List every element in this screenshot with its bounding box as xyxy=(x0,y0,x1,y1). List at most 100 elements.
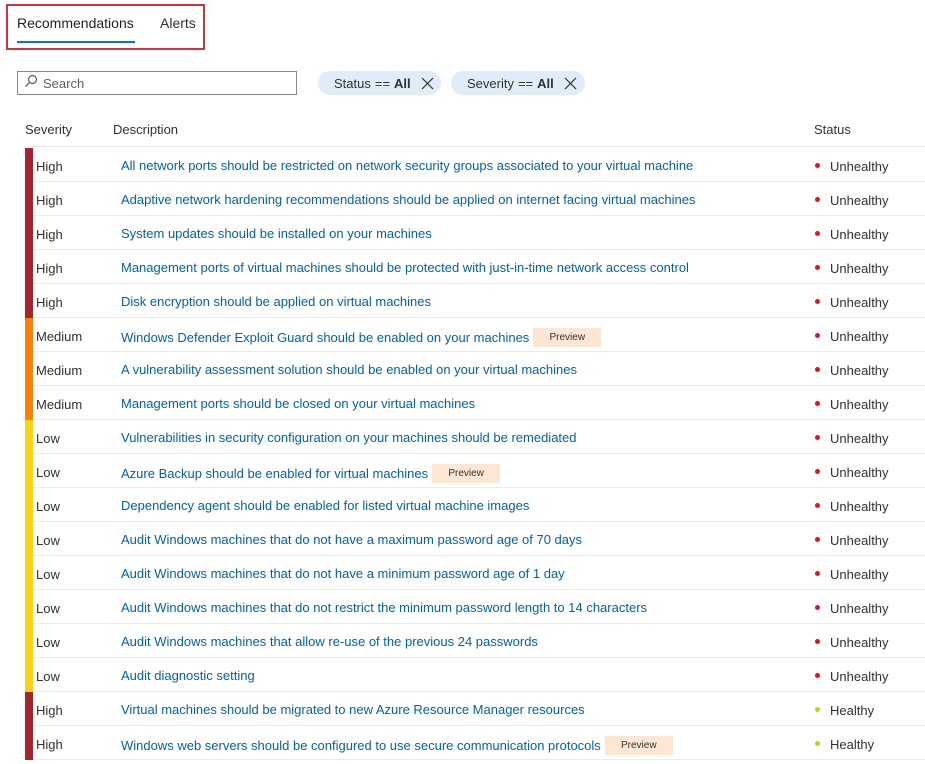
table-row[interactable]: Low Audit diagnostic setting Unhealthy xyxy=(0,658,925,692)
preview-badge: Preview xyxy=(432,464,501,483)
status-dot-icon xyxy=(815,265,820,270)
status-label: Unhealthy xyxy=(830,499,889,514)
table-row[interactable]: Low Audit Windows machines that do not re… xyxy=(0,590,925,624)
recommendation-text[interactable]: Management ports should be closed on you… xyxy=(121,396,475,411)
table-row[interactable]: High Virtual machines should be migrated … xyxy=(0,692,925,726)
table-row[interactable]: High System updates should be installed o… xyxy=(0,216,925,250)
status-label: Unhealthy xyxy=(830,567,889,582)
recommendation-text[interactable]: A vulnerability assessment solution shou… xyxy=(121,362,577,377)
status-filter-value: All xyxy=(394,75,411,91)
column-header-severity[interactable]: Severity xyxy=(25,122,72,137)
close-icon[interactable] xyxy=(564,77,577,90)
recommendation-text[interactable]: Management ports of virtual machines sho… xyxy=(121,260,689,275)
status-label: Unhealthy xyxy=(830,533,889,548)
recommendation-link[interactable]: Vulnerabilities in security configuratio… xyxy=(121,430,577,445)
severity-indicator-bar xyxy=(25,318,33,352)
status-dot-icon xyxy=(815,707,820,712)
table-row[interactable]: Low Dependency agent should be enabled fo… xyxy=(0,488,925,522)
severity-label: Low xyxy=(36,567,60,582)
table-row[interactable]: Low Audit Windows machines that allow re-… xyxy=(0,624,925,658)
recommendation-text[interactable]: Virtual machines should be migrated to n… xyxy=(121,702,585,717)
recommendation-link[interactable]: Audit diagnostic setting xyxy=(121,668,255,683)
status-label: Unhealthy xyxy=(830,295,889,310)
severity-label: High xyxy=(36,193,63,208)
recommendation-link[interactable]: A vulnerability assessment solution shou… xyxy=(121,362,577,377)
recommendation-link[interactable]: Disk encryption should be applied on vir… xyxy=(121,294,431,309)
severity-indicator-bar xyxy=(25,284,33,318)
severity-filter-pill[interactable]: Severity == All xyxy=(451,71,585,95)
recommendation-link[interactable]: System updates should be installed on yo… xyxy=(121,226,432,241)
recommendation-text[interactable]: Dependency agent should be enabled for l… xyxy=(121,498,529,513)
preview-badge: Preview xyxy=(533,328,602,347)
table-row[interactable]: High Management ports of virtual machines… xyxy=(0,250,925,284)
search-input[interactable] xyxy=(43,75,273,91)
recommendation-text[interactable]: Disk encryption should be applied on vir… xyxy=(121,294,431,309)
table-row[interactable]: Low Vulnerabilities in security configura… xyxy=(0,420,925,454)
status-dot-icon xyxy=(815,231,820,236)
table-row[interactable]: High Adaptive network hardening recommend… xyxy=(0,182,925,216)
recommendation-text[interactable]: Vulnerabilities in security configuratio… xyxy=(121,430,577,445)
recommendation-text[interactable]: Audit Windows machines that do not have … xyxy=(121,566,565,581)
column-header-status[interactable]: Status xyxy=(814,122,851,137)
recommendation-text[interactable]: Adaptive network hardening recommendatio… xyxy=(121,192,696,207)
table-row[interactable]: Low Audit Windows machines that do not ha… xyxy=(0,522,925,556)
search-box[interactable] xyxy=(17,71,297,95)
status-dot-icon xyxy=(815,197,820,202)
recommendation-link[interactable]: Management ports should be closed on you… xyxy=(121,396,475,411)
status-dot-icon xyxy=(815,741,820,746)
table-row[interactable]: High All network ports should be restrict… xyxy=(0,148,925,182)
recommendation-text[interactable]: Audit Windows machines that do not restr… xyxy=(121,600,647,615)
status-filter-op: == xyxy=(374,75,391,91)
recommendation-text[interactable]: Windows web servers should be configured… xyxy=(121,738,601,753)
recommendation-text[interactable]: Azure Backup should be enabled for virtu… xyxy=(121,466,428,481)
severity-label: High xyxy=(36,703,63,718)
header-divider xyxy=(25,146,925,147)
recommendation-text[interactable]: Windows Defender Exploit Guard should be… xyxy=(121,330,529,345)
recommendation-link[interactable]: Virtual machines should be migrated to n… xyxy=(121,702,585,717)
recommendation-link[interactable]: Windows Defender Exploit Guard should be… xyxy=(121,328,602,347)
severity-label: High xyxy=(36,159,63,174)
severity-label: Low xyxy=(36,499,60,514)
status-label: Unhealthy xyxy=(830,397,889,412)
severity-indicator-bar xyxy=(25,386,33,420)
table-row[interactable]: Medium A vulnerability assessment solutio… xyxy=(0,352,925,386)
recommendation-link[interactable]: Azure Backup should be enabled for virtu… xyxy=(121,464,501,483)
recommendation-text[interactable]: Audit Windows machines that do not have … xyxy=(121,532,582,547)
table-row[interactable]: Low Audit Windows machines that do not ha… xyxy=(0,556,925,590)
recommendation-link[interactable]: Adaptive network hardening recommendatio… xyxy=(121,192,696,207)
status-dot-icon xyxy=(815,673,820,678)
status-dot-icon xyxy=(815,537,820,542)
recommendation-link[interactable]: Audit Windows machines that do not restr… xyxy=(121,600,647,615)
severity-label: Low xyxy=(36,669,60,684)
recommendation-link[interactable]: All network ports should be restricted o… xyxy=(121,158,693,173)
recommendation-link[interactable]: Audit Windows machines that do not have … xyxy=(121,566,565,581)
recommendation-link[interactable]: Audit Windows machines that allow re-use… xyxy=(121,634,538,649)
status-dot-icon xyxy=(815,299,820,304)
severity-indicator-bar xyxy=(25,726,33,760)
table-row[interactable]: High Disk encryption should be applied on… xyxy=(0,284,925,318)
severity-indicator-bar xyxy=(25,624,33,658)
recommendation-link[interactable]: Management ports of virtual machines sho… xyxy=(121,260,689,275)
status-label: Unhealthy xyxy=(830,465,889,480)
recommendation-text[interactable]: All network ports should be restricted o… xyxy=(121,158,693,173)
recommendation-text[interactable]: System updates should be installed on yo… xyxy=(121,226,432,241)
column-header-description[interactable]: Description xyxy=(113,122,178,137)
close-icon[interactable] xyxy=(421,77,434,90)
recommendation-text[interactable]: Audit diagnostic setting xyxy=(121,668,255,683)
active-tab-indicator xyxy=(17,41,135,43)
recommendation-link[interactable]: Audit Windows machines that do not have … xyxy=(121,532,582,547)
table-row[interactable]: Medium Management ports should be closed … xyxy=(0,386,925,420)
severity-indicator-bar xyxy=(25,522,33,556)
severity-indicator-bar xyxy=(25,556,33,590)
recommendation-link[interactable]: Dependency agent should be enabled for l… xyxy=(121,498,529,513)
table-row[interactable]: High Windows web servers should be config… xyxy=(0,726,925,760)
recommendation-text[interactable]: Audit Windows machines that allow re-use… xyxy=(121,634,538,649)
recommendation-link[interactable]: Windows web servers should be configured… xyxy=(121,736,673,755)
table-row[interactable]: Low Azure Backup should be enabled for vi… xyxy=(0,454,925,488)
status-filter-pill[interactable]: Status == All xyxy=(318,71,441,95)
tab-recommendations[interactable]: Recommendations xyxy=(17,15,134,31)
severity-indicator-bar xyxy=(25,148,33,182)
table-row[interactable]: Medium Windows Defender Exploit Guard sho… xyxy=(0,318,925,352)
tab-alerts[interactable]: Alerts xyxy=(160,15,196,31)
severity-indicator-bar xyxy=(25,352,33,386)
